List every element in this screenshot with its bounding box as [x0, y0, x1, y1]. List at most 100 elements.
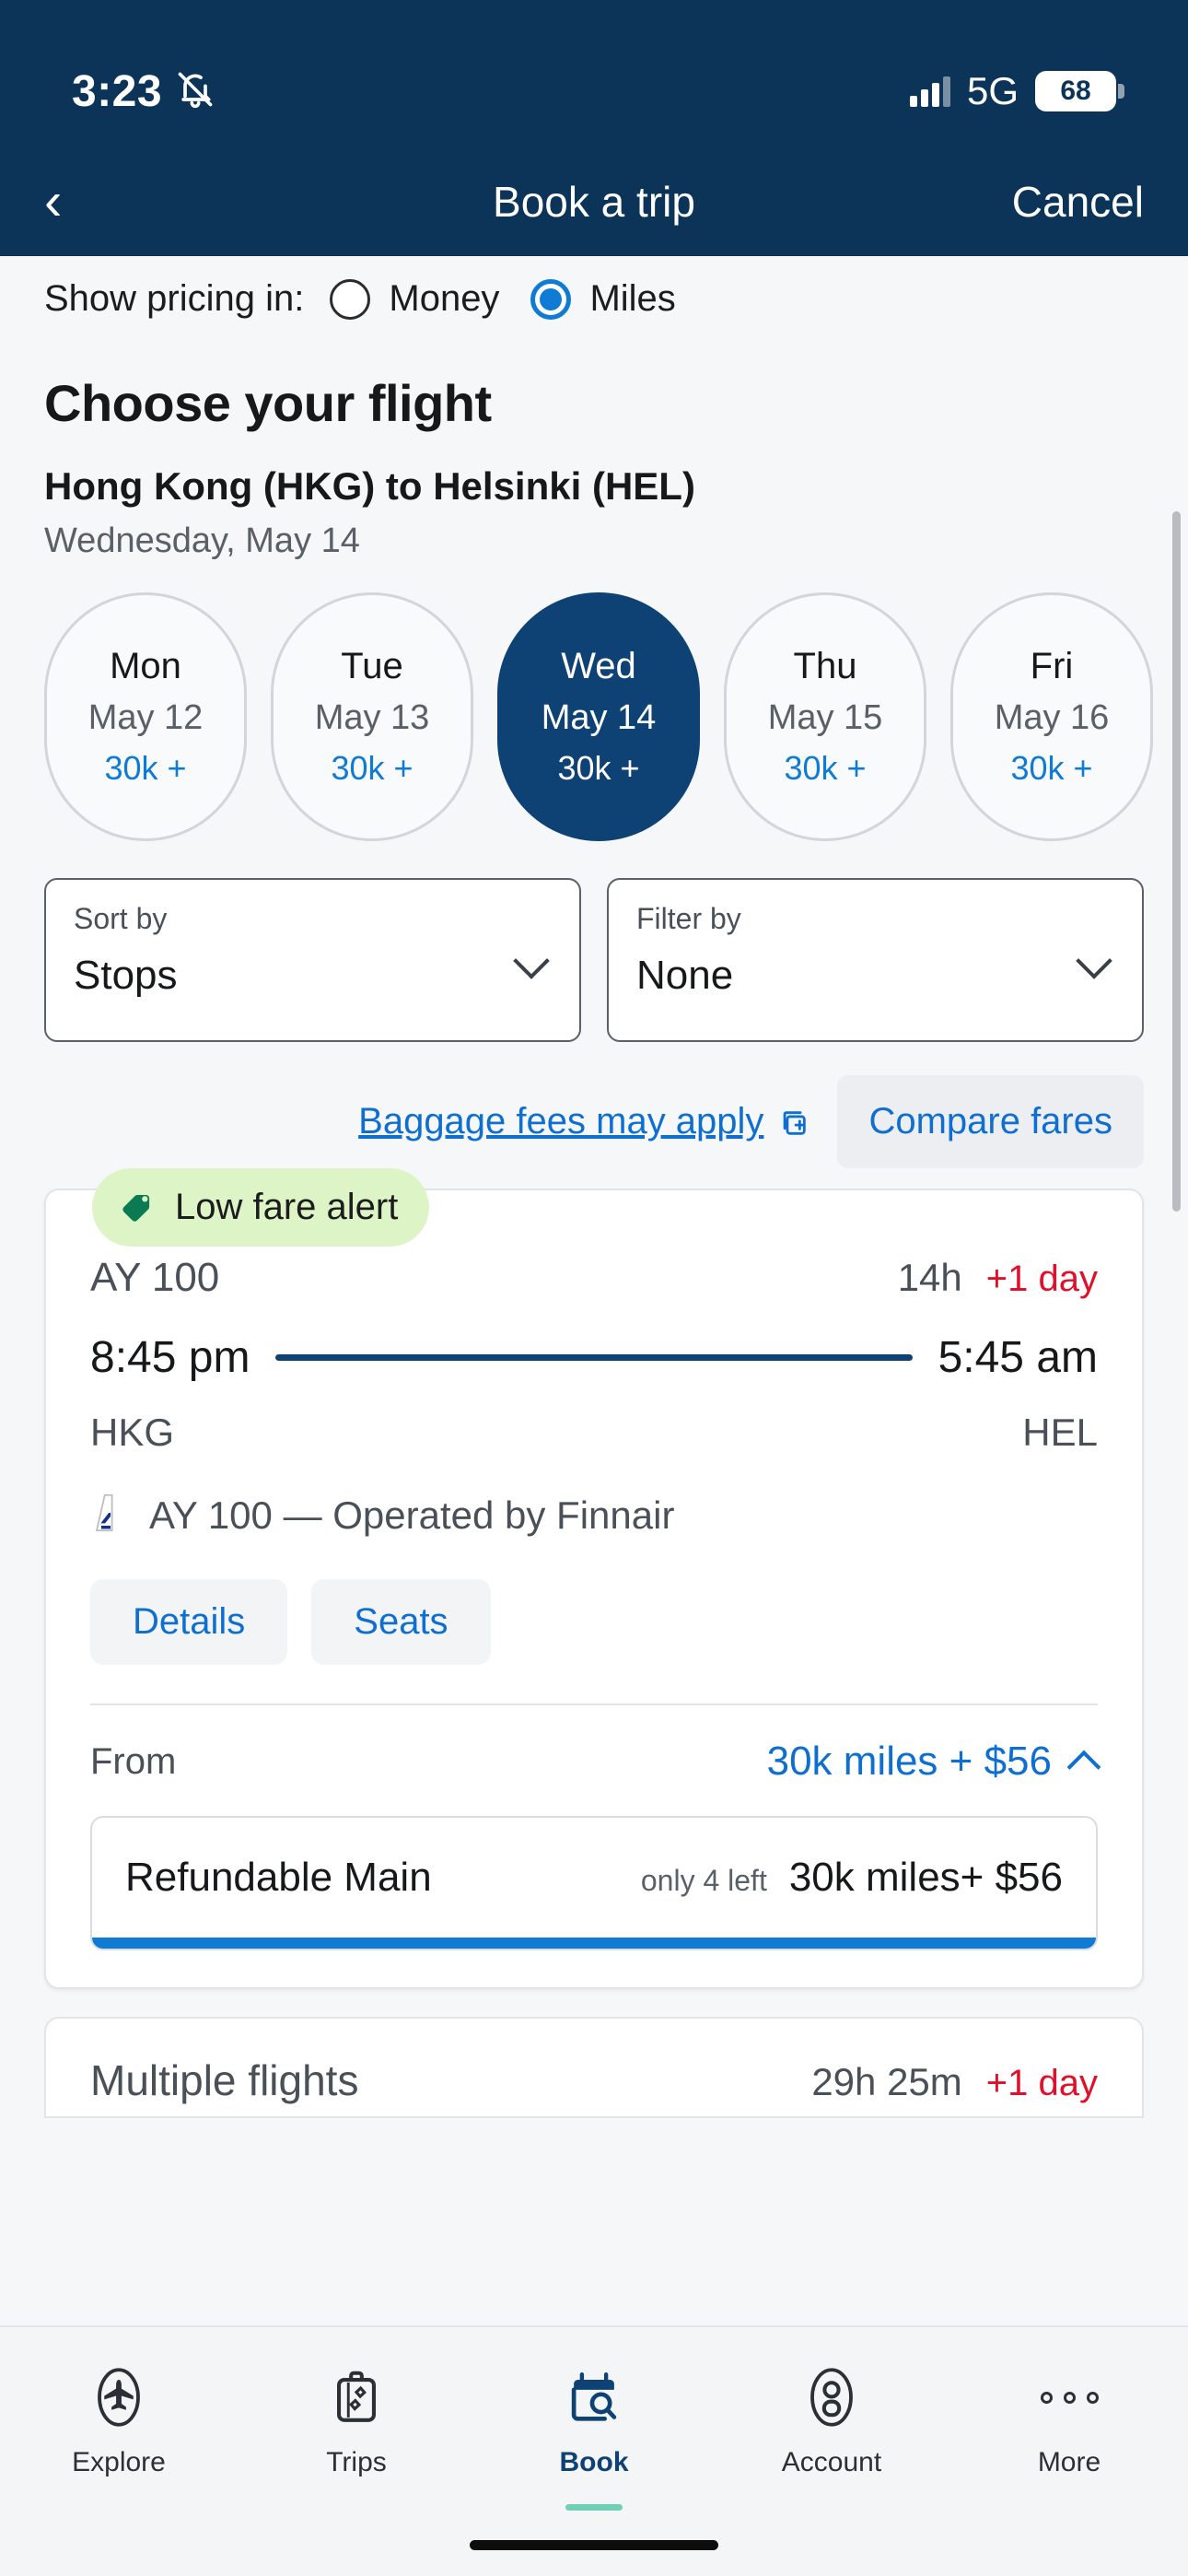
date-pill-price: 30k +	[784, 749, 867, 787]
network-type: 5G	[966, 69, 1019, 112]
baggage-fees-link[interactable]: Baggage fees may apply	[358, 1101, 809, 1142]
signal-bars-icon	[909, 76, 950, 107]
fare-price: 30k miles+ $56	[788, 1855, 1063, 1900]
details-button[interactable]: Details	[90, 1579, 288, 1665]
date-pill-day: Fri	[1030, 646, 1074, 686]
date-pill-date: May 12	[87, 698, 204, 737]
links-row: Baggage fees may apply Compare fares	[0, 1042, 1188, 1168]
sort-by-label: Sort by	[74, 902, 168, 935]
flight-header-row: AY 100 14h +1 day	[90, 1255, 1098, 1301]
tab-explore-label: Explore	[72, 2447, 166, 2477]
status-right: 5G 68	[909, 69, 1124, 113]
date-pill-price: 30k +	[331, 749, 413, 787]
tab-more-label: More	[1037, 2447, 1101, 2477]
date-pill-date: May 13	[314, 698, 430, 737]
date-pill-price: 30k +	[557, 749, 640, 787]
finnair-tail-icon	[90, 1492, 129, 1539]
filter-by-select[interactable]: Filter by None	[607, 878, 1144, 1042]
flight-duration: 14h	[897, 1256, 962, 1299]
tab-book[interactable]: Book	[475, 2362, 713, 2511]
pricing-label: Show pricing in:	[44, 278, 305, 319]
tab-more[interactable]: More	[950, 2362, 1188, 2478]
low-fare-alert-label: Low fare alert	[175, 1187, 399, 1227]
cancel-button[interactable]: Cancel	[1012, 177, 1144, 227]
pricing-toggle-row: Show pricing in: Money Miles	[0, 256, 1188, 336]
navigation-bar: ‹ Book a trip Cancel	[0, 147, 1188, 256]
tab-account-label: Account	[781, 2447, 882, 2477]
date-pill-tue[interactable]: Tue May 13 30k +	[271, 592, 473, 841]
date-pill-date: May 15	[767, 698, 883, 737]
date-pill-day: Wed	[561, 646, 636, 686]
radio-money-icon[interactable]	[330, 278, 371, 320]
flight-airports-row: HKG HEL	[90, 1411, 1098, 1455]
multiple-flights-title: Multiple flights	[90, 2056, 359, 2104]
route-date: Wednesday, May 14	[44, 521, 360, 560]
chevron-up-icon[interactable]	[1070, 1748, 1098, 1775]
chevron-down-icon[interactable]	[517, 944, 548, 976]
flight-card-2[interactable]: Multiple flights 29h 25m +1 day	[44, 2017, 1144, 2118]
bottom-tab-bar: Explore Trips Book Account More	[0, 2325, 1188, 2576]
tab-trips[interactable]: Trips	[238, 2362, 475, 2478]
chevron-down-icon[interactable]	[1079, 944, 1111, 976]
ellipsis-icon	[1034, 2362, 1104, 2432]
arrival-time: 5:45 am	[938, 1333, 1098, 1382]
sort-by-value: Stops	[74, 953, 178, 998]
origin-airport-code: HKG	[90, 1411, 175, 1454]
date-pill-price: 30k +	[104, 749, 187, 787]
flight-card-2-duration-group: 29h 25m +1 day	[811, 2060, 1098, 2104]
departure-time: 8:45 pm	[90, 1333, 250, 1382]
battery-level: 68	[1060, 76, 1091, 106]
date-pill-wed[interactable]: Wed May 14 30k +	[497, 592, 700, 841]
destination-airport-code: HEL	[1022, 1411, 1098, 1454]
radio-miles-label: Miles	[589, 278, 676, 319]
fare-option[interactable]: Refundable Main only 4 left 30k miles+ $…	[90, 1816, 1098, 1950]
radio-option-money[interactable]: Money	[330, 278, 499, 320]
scrollbar[interactable]	[1172, 511, 1181, 1212]
date-pill-thu[interactable]: Thu May 15 30k +	[724, 592, 926, 841]
home-indicator	[470, 2540, 718, 2550]
tab-account[interactable]: Account	[713, 2362, 950, 2478]
date-pill-date: May 14	[541, 698, 657, 737]
seats-button[interactable]: Seats	[311, 1579, 491, 1665]
flight-action-buttons: Details Seats	[90, 1579, 1098, 1665]
date-pill-fri[interactable]: Fri May 16 30k +	[950, 592, 1153, 841]
date-pill-day: Thu	[793, 646, 857, 686]
fare-selected-bar	[92, 1938, 1096, 1949]
tab-trips-label: Trips	[326, 2447, 387, 2477]
scroll-content[interactable]: Choose your flight Hong Kong (HKG) to He…	[0, 336, 1188, 2179]
flight-times-row: 8:45 pm 5:45 am	[90, 1332, 1098, 1383]
price-tag-icon	[118, 1185, 158, 1230]
from-price-toggle[interactable]: 30k miles + $56	[767, 1739, 1098, 1785]
fare-name: Refundable Main	[125, 1855, 432, 1900]
calendar-search-icon	[559, 2362, 629, 2432]
sort-filter-row: Sort by Stops Filter by None	[0, 841, 1188, 1042]
date-pill-day: Tue	[341, 646, 403, 686]
status-left: 3:23	[72, 66, 215, 117]
flight-card-2-day-offset: +1 day	[985, 2063, 1098, 2103]
date-pill-price: 30k +	[1010, 749, 1093, 787]
flight-card[interactable]: AY 100 14h +1 day 8:45 pm 5:45 am HKG HE…	[44, 1188, 1144, 1989]
status-time: 3:23	[72, 66, 163, 116]
filter-by-label: Filter by	[636, 902, 741, 935]
operated-by-row: AY 100 — Operated by Finnair	[90, 1492, 1098, 1539]
tab-book-label: Book	[559, 2447, 629, 2477]
date-selector[interactable]: Mon May 12 30k + Tue May 13 30k + Wed Ma…	[0, 561, 1188, 841]
suitcase-icon	[321, 2362, 391, 2432]
sort-by-select[interactable]: Sort by Stops	[44, 878, 581, 1042]
fare-option-inner: Refundable Main only 4 left 30k miles+ $…	[92, 1818, 1096, 1938]
radio-miles-icon[interactable]	[530, 278, 572, 320]
battery-indicator: 68	[1035, 71, 1124, 111]
radio-option-miles[interactable]: Miles	[530, 278, 676, 320]
operated-by-text: AY 100 — Operated by Finnair	[149, 1493, 675, 1537]
fare-seats-left: only 4 left	[640, 1864, 767, 1897]
from-price-row[interactable]: From 30k miles + $56	[90, 1739, 1098, 1785]
page-title: Choose your flight	[44, 374, 492, 432]
tab-explore[interactable]: Explore	[0, 2362, 238, 2478]
airplane-icon	[84, 2362, 154, 2432]
compare-fares-button[interactable]: Compare fares	[837, 1075, 1144, 1168]
tab-active-underline	[565, 2504, 623, 2511]
low-fare-alert-badge: Low fare alert	[92, 1168, 430, 1247]
date-pill-mon[interactable]: Mon May 12 30k +	[44, 592, 247, 841]
filter-by-value: None	[636, 953, 734, 998]
phone-screen: 3:23 5G 68 ‹ Book a trip Cancel Show pri…	[0, 0, 1188, 2576]
